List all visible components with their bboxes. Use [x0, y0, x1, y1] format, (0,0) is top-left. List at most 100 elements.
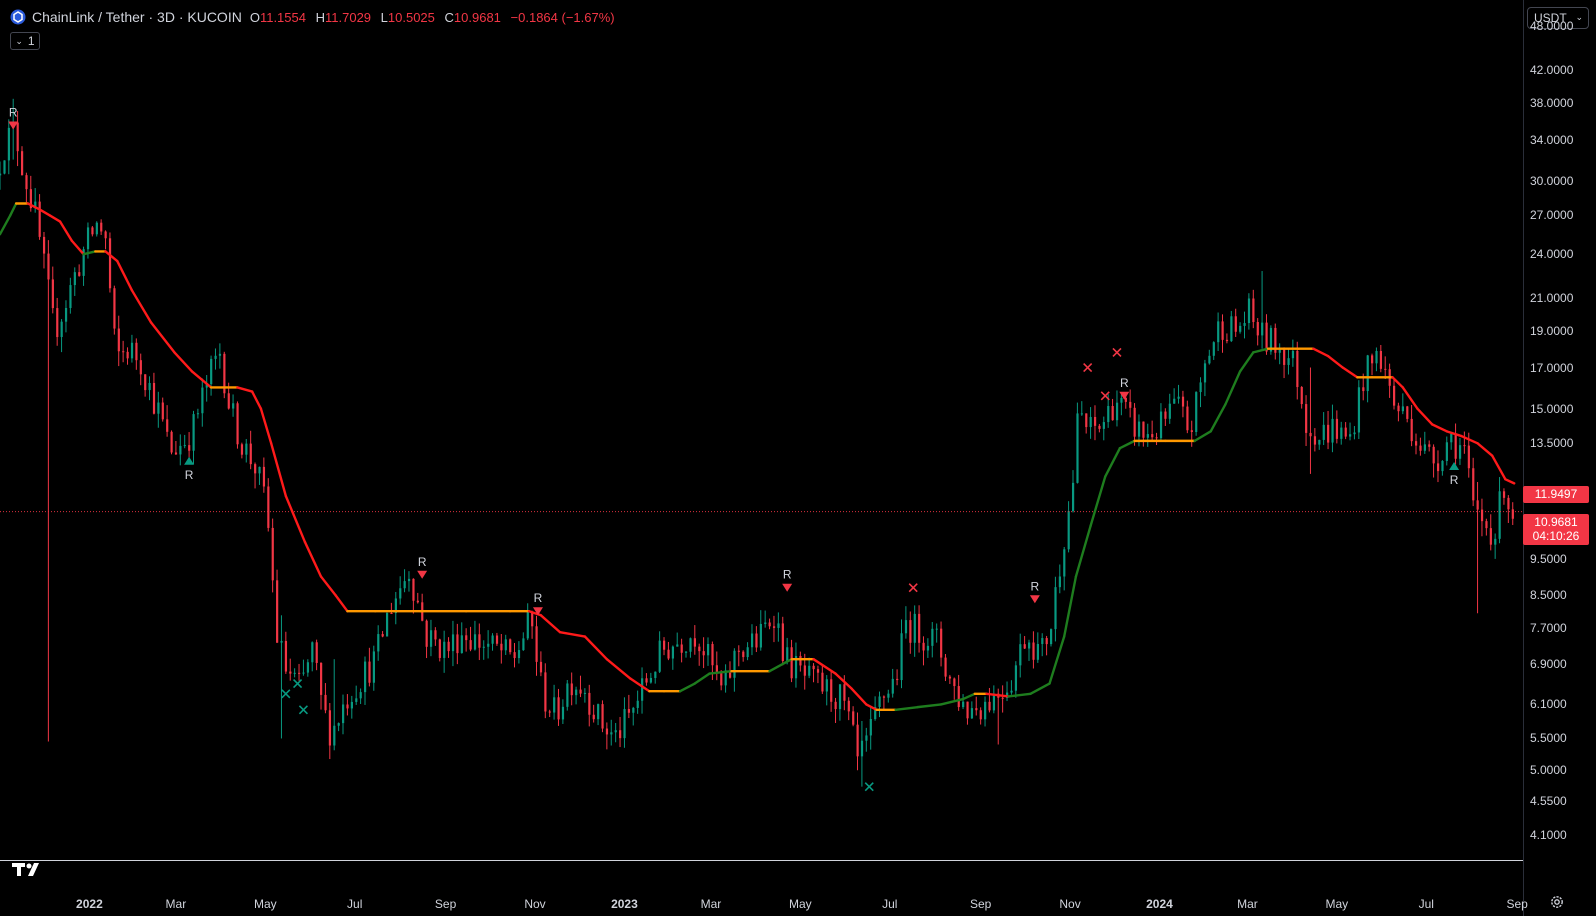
- candle-body: [513, 652, 516, 659]
- candle-body: [1366, 355, 1369, 392]
- candle-body: [764, 622, 767, 624]
- candle-body: [772, 626, 776, 628]
- candle-body: [95, 222, 98, 235]
- chart-canvas[interactable]: R R R R R R R R: [0, 0, 1596, 916]
- candle-body: [526, 611, 529, 639]
- candle-body: [139, 360, 142, 375]
- candle-body: [280, 640, 283, 643]
- candle-body: [1353, 432, 1356, 435]
- candle-body: [188, 445, 191, 451]
- candle-body: [135, 342, 138, 361]
- tradingview-logo-icon[interactable]: [12, 862, 44, 878]
- candle-body: [315, 642, 318, 663]
- trend-line-segment: [1312, 347, 1330, 358]
- trend-line-segment: [1074, 524, 1092, 578]
- candle-body: [157, 402, 160, 414]
- candle-body: [1050, 629, 1053, 645]
- candle-body: [451, 634, 455, 652]
- high-label: H: [315, 9, 325, 25]
- candle-body: [148, 382, 151, 391]
- chart-root[interactable]: R R R R R R R R ChainLink / Tether · 3D · KUCOI…: [0, 0, 1596, 916]
- candle-body: [1498, 491, 1501, 539]
- candle-body: [447, 641, 450, 652]
- candle-body: [548, 711, 551, 713]
- candle-body: [491, 635, 494, 644]
- indicator-count: 1: [27, 34, 35, 48]
- trend-line-segment: [259, 407, 273, 445]
- close-label: C: [444, 9, 454, 25]
- trend-line-segment: [1238, 351, 1255, 373]
- candle-body: [689, 638, 692, 652]
- candle-body: [1476, 500, 1479, 510]
- candle-body: [1489, 528, 1492, 545]
- high-value: 11.7029: [325, 9, 372, 25]
- candle-body: [979, 710, 982, 720]
- candle-body: [1058, 576, 1061, 588]
- trend-line-segment: [768, 657, 793, 673]
- candle-body: [1375, 350, 1378, 364]
- candle-body: [174, 452, 178, 455]
- candle-body: [781, 623, 784, 661]
- sell-signal-triangle: [417, 570, 428, 579]
- indicators-toggle-button[interactable]: ⌄ 1: [10, 32, 40, 50]
- trend-line-segment: [303, 540, 323, 578]
- trend-line-segment: [1089, 475, 1107, 528]
- candle-body: [416, 600, 419, 603]
- candle-body: [847, 700, 850, 712]
- candle-body: [1278, 349, 1281, 353]
- candle-body: [104, 231, 107, 239]
- candle-body: [1340, 427, 1343, 439]
- time-tick-label: Jul: [347, 897, 363, 911]
- exit-long-cross-marker: [292, 678, 303, 689]
- candle-body: [1045, 638, 1048, 645]
- candle-body: [1472, 468, 1475, 501]
- candle-body: [201, 387, 204, 414]
- candle-body: [56, 308, 59, 338]
- settings-gear-icon[interactable]: [1550, 895, 1564, 909]
- candle-body: [649, 677, 653, 683]
- chevron-down-icon: ⌄: [15, 35, 23, 46]
- time-tick-label: 2023: [611, 897, 638, 911]
- candle-body: [759, 623, 762, 648]
- symbol-title[interactable]: ChainLink / Tether · 3D · KUCOIN: [32, 9, 242, 25]
- candle-body: [509, 639, 512, 653]
- candle-body: [152, 382, 156, 414]
- candle-body: [289, 671, 292, 674]
- low-value: 10.5025: [387, 9, 435, 25]
- price-tick-label: 42.0000: [1530, 63, 1574, 78]
- candle-body: [535, 626, 538, 662]
- candle-body: [1454, 433, 1457, 459]
- time-tick-label: Nov: [1059, 897, 1081, 911]
- candle-body: [1423, 444, 1426, 451]
- candle-body: [122, 351, 125, 353]
- candle-body: [1428, 444, 1431, 447]
- candle-body: [1080, 413, 1083, 415]
- candle-body: [1195, 392, 1198, 432]
- symbol-logo-icon[interactable]: [10, 9, 26, 25]
- candle-body: [429, 630, 433, 647]
- candle-body: [500, 643, 503, 651]
- candle-body: [161, 402, 164, 420]
- candle-body: [869, 719, 872, 736]
- trend-line-segment: [558, 630, 587, 638]
- candle-body: [342, 704, 345, 724]
- candle-body: [276, 580, 279, 643]
- candle-body: [113, 288, 116, 329]
- candle-body: [1107, 406, 1110, 423]
- candle-body: [852, 711, 855, 725]
- candle-body: [733, 650, 736, 678]
- sell-signal-triangle: [1029, 595, 1040, 604]
- trend-line-segment: [1401, 386, 1419, 410]
- candle-body: [1511, 509, 1514, 519]
- candle-body: [935, 628, 938, 630]
- candle-body: [1384, 368, 1387, 370]
- candle-body: [742, 651, 745, 658]
- chevron-down-icon: ⌄: [1575, 12, 1583, 22]
- candle-body: [1041, 638, 1044, 644]
- price-tick-label: 5.0000: [1530, 762, 1567, 777]
- trend-line-segment: [961, 692, 976, 701]
- trend-line-segment: [1504, 478, 1516, 485]
- trend-line-segment: [1445, 430, 1463, 438]
- candle-body: [346, 704, 349, 709]
- candle-body: [685, 651, 688, 653]
